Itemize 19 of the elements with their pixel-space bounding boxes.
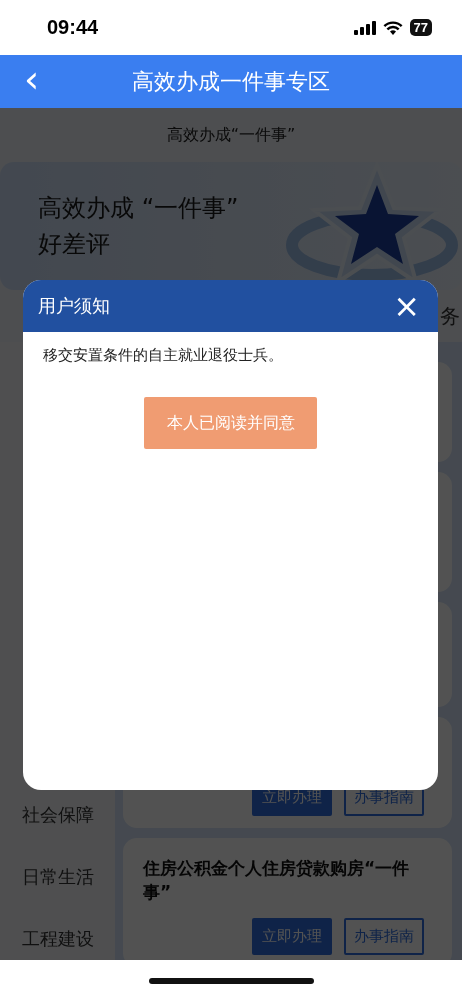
page-title: 高效办成一件事专区 [132,67,330,96]
apply-button[interactable]: 立即办理 [252,918,332,955]
dialog-title: 用户须知 [38,294,110,318]
banner-title: 高效办成 “一件事” [38,193,239,224]
guide-button[interactable]: 办事指南 [344,918,424,955]
category-tab[interactable]: 务 [440,302,460,330]
notice-text: 移交安置条件的自主就业退役士兵。 [42,345,284,365]
banner-subtitle: 好差评 [38,229,111,260]
wifi-icon [382,20,403,35]
sidebar-item[interactable]: 社会保障 [0,784,115,846]
close-button[interactable]: × [389,290,424,322]
sidebar-item[interactable]: 日常生活 [0,846,115,908]
status-time: 09:44 [47,16,99,39]
agree-button[interactable]: 本人已阅读并同意 [144,397,317,449]
battery-level: 77 [409,19,432,36]
back-button[interactable]: ‹ [20,61,44,97]
sidebar-item[interactable]: 工程建设 [0,908,115,960]
service-title: 住房公积金个人住房贷款购房“一件事” [143,857,411,904]
signal-icon [353,20,376,35]
